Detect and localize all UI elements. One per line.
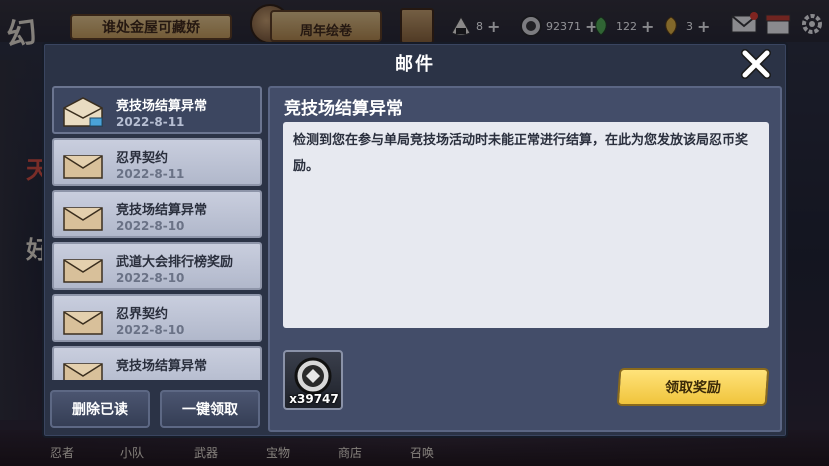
mail-subject: 忍界契约 — [116, 151, 169, 166]
mail-list[interactable]: 竞技场结算异常 2022-8-11 忍界契约 2022-8-11 竞技场结算异常… — [52, 86, 264, 380]
open-envelope-icon — [63, 97, 103, 127]
mail-detail-title: 竞技场结算异常 — [284, 99, 403, 119]
mail-date: 2022-8-10 — [116, 219, 185, 233]
dialog-title: 邮件 — [395, 54, 435, 75]
mail-subject: 竞技场结算异常 — [116, 359, 208, 374]
reward-quantity: x39747 — [289, 392, 339, 406]
mail-date: 2022-8-10 — [116, 323, 185, 337]
mail-date: 2022-8-11 — [116, 167, 185, 181]
mail-item[interactable]: 忍界契约 2022-8-11 — [52, 138, 262, 186]
claim-all-button[interactable]: 一键领取 — [160, 390, 260, 428]
envelope-icon — [63, 207, 103, 231]
mail-subject: 竞技场结算异常 — [116, 203, 208, 218]
mail-date: 2022-8-10 — [116, 271, 185, 285]
mail-item[interactable]: 忍界契约 2022-8-10 — [52, 294, 262, 342]
close-button[interactable] — [738, 46, 774, 82]
mail-item[interactable]: 竞技场结算异常 — [52, 346, 262, 380]
claim-reward-button[interactable]: 领取奖励 — [616, 368, 770, 406]
mail-date: 2022-8-11 — [116, 115, 185, 129]
mail-subject: 忍界契约 — [116, 307, 169, 322]
mail-subject: 武道大会排行榜奖励 — [116, 255, 234, 270]
mail-item[interactable]: 竞技场结算异常 2022-8-11 — [52, 86, 262, 134]
mail-subject: 竞技场结算异常 — [116, 99, 208, 114]
mail-item[interactable]: 武道大会排行榜奖励 2022-8-10 — [52, 242, 262, 290]
delete-read-button[interactable]: 删除已读 — [50, 390, 150, 428]
mail-dialog: 邮件 竞技场结算异常 2022-8-11 忍界契约 2022-8-11 竞技场结… — [42, 42, 788, 438]
envelope-icon — [63, 363, 103, 380]
envelope-icon — [63, 155, 103, 179]
envelope-icon — [63, 259, 103, 283]
mail-detail-panel: 竞技场结算异常 检测到您在参与单局竞技场活动时未能正常进行结算，在此为您发放该局… — [268, 86, 782, 432]
close-icon — [741, 49, 771, 79]
envelope-icon — [63, 311, 103, 335]
mail-item[interactable]: 竞技场结算异常 2022-8-10 — [52, 190, 262, 238]
mail-detail-body: 检测到您在参与单局竞技场活动时未能正常进行结算，在此为您发放该局忍币奖励。 — [283, 122, 769, 328]
dialog-header: 邮件 — [44, 44, 786, 82]
